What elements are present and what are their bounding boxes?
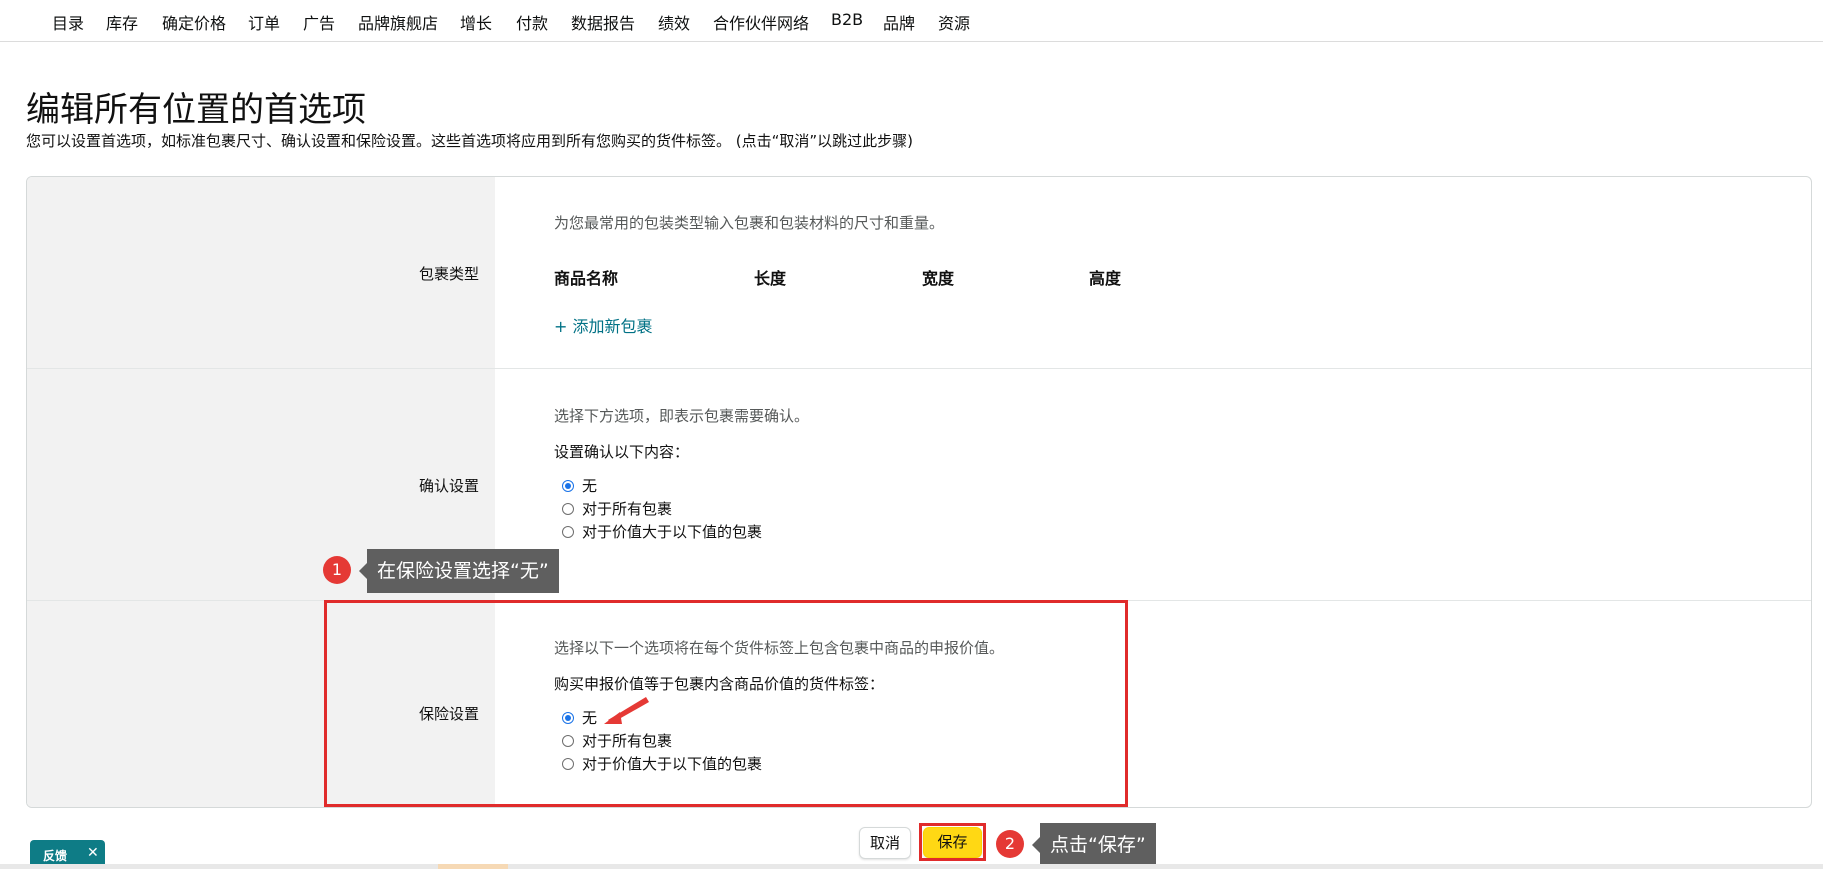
bottom-strip-accent <box>438 864 508 869</box>
nav-item-advertising[interactable]: 广告 <box>303 10 335 34</box>
column-header-length: 长度 <box>754 269 787 288</box>
column-header-height: 高度 <box>1089 269 1122 288</box>
nav-item-pricing[interactable]: 确定价格 <box>162 10 226 34</box>
save-highlight-box <box>919 823 986 861</box>
page-description: 您可以设置首选项，如标准包裹尺寸、确认设置和保险设置。这些首选项将应用到所有您购… <box>26 132 914 150</box>
nav-item-brands[interactable]: 品牌 <box>883 10 915 34</box>
radio-unchecked-icon[interactable] <box>562 525 574 538</box>
package-type-content: 为您最常用的包装类型输入包裹和包装材料的尺寸和重量。 商品名称 长度 宽度 高度… <box>529 177 1811 368</box>
confirmation-option-all-label: 对于所有包裹 <box>582 500 673 518</box>
nav-item-catalog[interactable]: 目录 <box>52 10 84 34</box>
confirmation-option-value-above-label: 对于价值大于以下值的包裹 <box>582 523 763 541</box>
column-header-width: 宽度 <box>922 269 955 288</box>
confirmation-option-none[interactable]: 无 <box>562 475 597 496</box>
page-title: 编辑所有位置的首选项 <box>26 90 366 130</box>
add-new-package-link[interactable]: + 添加新包裹 <box>554 313 653 337</box>
nav-item-resources[interactable]: 资源 <box>938 10 970 34</box>
top-navigation: 目录 库存 确定价格 订单 广告 品牌旗舰店 增长 付款 数据报告 绩效 合作伙… <box>0 0 1823 42</box>
nav-item-reports[interactable]: 数据报告 <box>571 10 635 34</box>
package-type-hint: 为您最常用的包装类型输入包裹和包装材料的尺寸和重量。 <box>554 214 945 232</box>
package-type-label-column: 包裹类型 <box>27 177 495 368</box>
close-icon[interactable]: ✕ <box>87 845 99 861</box>
feedback-label[interactable]: 反馈 <box>43 847 67 864</box>
nav-item-inventory[interactable]: 库存 <box>106 10 138 34</box>
confirmation-option-all[interactable]: 对于所有包裹 <box>562 498 672 519</box>
nav-item-partner-network[interactable]: 合作伙伴网络 <box>713 10 809 34</box>
confirmation-row: 确认设置 选择下方选项，即表示包裹需要确认。 设置确认以下内容： 无 对于所有包… <box>27 369 1811 601</box>
nav-item-performance[interactable]: 绩效 <box>658 10 690 34</box>
confirmation-option-none-label: 无 <box>582 477 598 495</box>
step-1-badge: 1 <box>323 556 351 584</box>
nav-item-orders[interactable]: 订单 <box>248 10 280 34</box>
nav-item-brand-store[interactable]: 品牌旗舰店 <box>358 10 438 34</box>
confirmation-content: 选择下方选项，即表示包裹需要确认。 设置确认以下内容： 无 对于所有包裹 对于价… <box>529 369 1811 600</box>
step-2-callout: 点击“保存” <box>1032 823 1156 867</box>
nav-item-growth[interactable]: 增长 <box>460 10 492 34</box>
step-1-callout: 在保险设置选择“无” <box>359 549 559 593</box>
confirmation-label: 确认设置 <box>418 477 479 495</box>
nav-item-payments[interactable]: 付款 <box>516 10 548 34</box>
nav-item-b2b[interactable]: B2B <box>831 10 863 29</box>
confirmation-hint: 选择下方选项，即表示包裹需要确认。 <box>554 407 810 425</box>
column-header-product-name: 商品名称 <box>554 269 619 288</box>
pointer-arrow-icon <box>604 697 649 724</box>
bottom-scroll-strip <box>0 864 1823 869</box>
radio-unchecked-icon[interactable] <box>562 502 574 515</box>
package-type-label: 包裹类型 <box>418 265 479 283</box>
radio-checked-icon[interactable] <box>562 479 574 492</box>
insurance-highlight-box <box>324 600 1128 807</box>
confirmation-prompt: 设置确认以下内容： <box>554 443 690 461</box>
cancel-button[interactable]: 取消 <box>859 827 911 859</box>
package-type-row: 包裹类型 为您最常用的包装类型输入包裹和包装材料的尺寸和重量。 商品名称 长度 … <box>27 177 1811 369</box>
confirmation-option-value-above[interactable]: 对于价值大于以下值的包裹 <box>562 521 762 542</box>
step-2-badge: 2 <box>996 830 1024 858</box>
